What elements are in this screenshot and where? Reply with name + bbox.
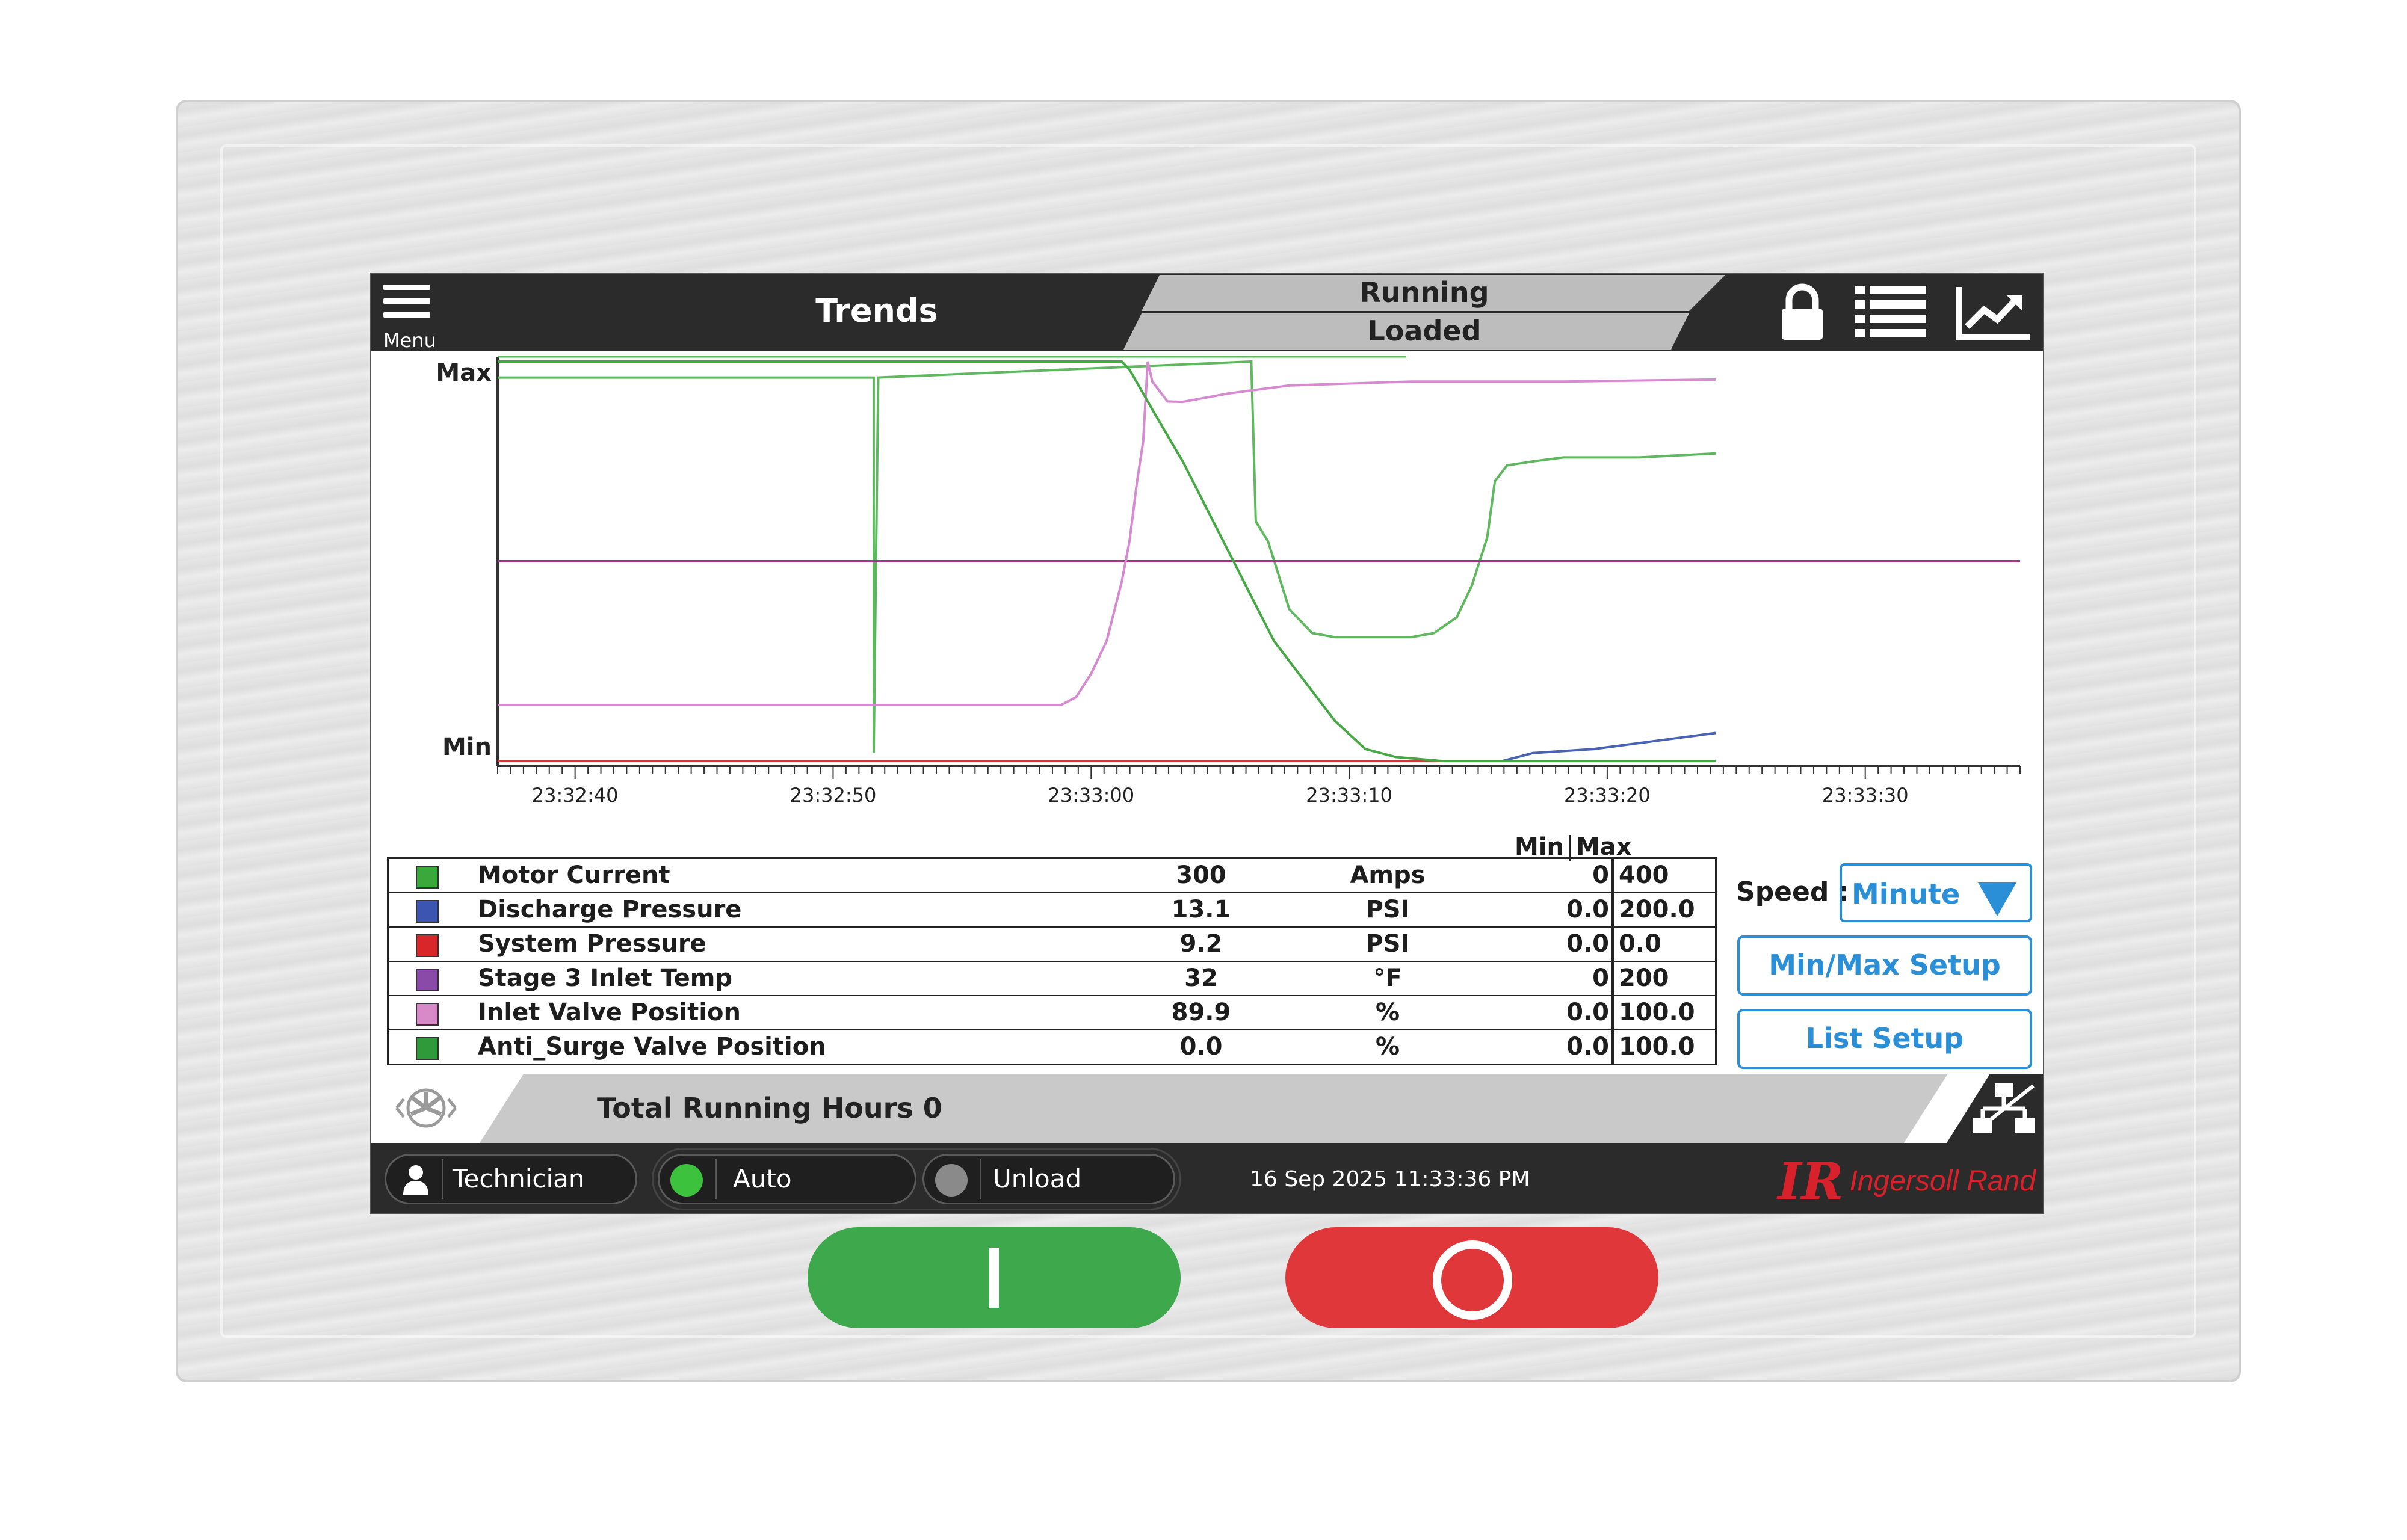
series-value: 32	[1184, 964, 1218, 992]
trend-chart-icon[interactable]	[1955, 283, 2032, 341]
total-running-hours: Total Running Hours 0	[597, 1092, 942, 1124]
legend-row: Stage 3 Inlet Temp 32 °F 0 200	[389, 962, 1715, 996]
x-tick-label: 23:32:50	[790, 784, 877, 807]
user-role: Technician	[453, 1164, 585, 1194]
unload-indicator-icon	[935, 1164, 968, 1197]
lock-icon[interactable]	[1778, 283, 1826, 341]
series-value: 89.9	[1171, 999, 1231, 1026]
top-icon-group	[1778, 282, 2032, 342]
user-icon	[403, 1165, 428, 1195]
series-value: 9.2	[1179, 930, 1223, 958]
list-icon[interactable]	[1855, 283, 1926, 341]
series-unit: °F	[1373, 964, 1402, 992]
series-max: 400	[1619, 861, 1669, 889]
y-max-label: Max	[436, 359, 492, 387]
series-max: 200	[1619, 964, 1669, 992]
series-unit: PSI	[1365, 930, 1410, 958]
legend-row: System Pressure 9.2 PSI 0.0 0.0	[389, 928, 1715, 962]
touch-screen: Menu Trends Running Loaded Max Min 23:32…	[370, 273, 2044, 1214]
auto-mode-button[interactable]: Auto	[658, 1154, 916, 1204]
speed-dropdown[interactable]: Minute	[1840, 863, 2032, 922]
menu-label: Menu	[383, 329, 436, 352]
start-button[interactable]	[808, 1227, 1181, 1328]
menu-button[interactable]: Menu	[383, 281, 436, 352]
date-time: 16 Sep 2025 11:33:36 PM	[1250, 1167, 1530, 1192]
series-line	[498, 732, 1716, 762]
auto-indicator-icon	[670, 1164, 703, 1197]
legend-row: Inlet Valve Position 89.9% 0.0 100.0	[389, 996, 1715, 1030]
ingersoll-rand-logo: IR Ingersoll Rand	[1778, 1151, 2036, 1211]
running-status: Running	[1142, 275, 1725, 311]
auto-mode-label: Auto	[733, 1164, 792, 1194]
series-color-swatch	[416, 900, 439, 923]
series-color-swatch	[416, 1037, 439, 1060]
series-min: 0	[1592, 861, 1609, 889]
x-tick-label: 23:33:00	[1048, 784, 1134, 807]
series-unit: %	[1375, 1033, 1400, 1061]
unload-label: Unload	[993, 1164, 1082, 1194]
loaded-status: Loaded	[1123, 313, 1689, 350]
series-value: 0.0	[1179, 1033, 1223, 1061]
x-tick-label: 23:33:10	[1306, 784, 1392, 807]
series-min: 0.0	[1566, 896, 1609, 923]
legend-row: Motor Current 300 Amps 0 400	[389, 859, 1715, 893]
series-min: 0.0	[1566, 1033, 1609, 1061]
trend-chart: Max Min 23:32:40 23:32:50 23:33:00 23:33:10…	[371, 351, 2043, 808]
series-max: 100.0	[1619, 999, 1695, 1026]
trend-legend-table: Motor Current 300 Amps 0 400 Discharge Pressu…	[387, 857, 1717, 1065]
min-max-setup-button[interactable]: Min/Max Setup	[1737, 935, 2032, 996]
network-disconnected-icon[interactable]	[1971, 1081, 2037, 1136]
series-name: Inlet Valve Position	[478, 999, 741, 1026]
list-setup-button[interactable]: List Setup	[1737, 1009, 2032, 1069]
series-line	[498, 361, 1716, 706]
series-line	[498, 360, 1716, 753]
stop-button[interactable]	[1285, 1227, 1658, 1328]
fan-icon	[395, 1088, 457, 1128]
logo-text: Ingersoll Rand	[1849, 1165, 2036, 1197]
hamburger-icon	[383, 285, 430, 326]
status-banner: Running Loaded	[1123, 274, 1725, 351]
legend-row: Discharge Pressure 13.1 PSI 0.0 200.0	[389, 893, 1715, 928]
series-max: 100.0	[1619, 1033, 1695, 1061]
series-name: Discharge Pressure	[478, 896, 742, 923]
series-unit: %	[1375, 999, 1400, 1026]
legend-row: Anti_Surge Valve Position 0.0% 0.0 100.0	[389, 1030, 1715, 1064]
user-button[interactable]: Technician	[385, 1154, 637, 1204]
speed-value: Minute	[1852, 878, 1961, 910]
speed-label: Speed :	[1736, 876, 1849, 907]
series-name: Anti_Surge Valve Position	[478, 1033, 826, 1061]
series-max: 200.0	[1619, 896, 1695, 923]
unload-button[interactable]: Unload	[922, 1154, 1175, 1204]
start-icon	[989, 1248, 999, 1308]
x-tick-label: 23:33:20	[1564, 784, 1651, 807]
x-tick-label: 23:33:30	[1822, 784, 1909, 807]
stop-icon	[1433, 1240, 1512, 1320]
series-color-swatch	[416, 1003, 439, 1026]
series-color-swatch	[416, 969, 439, 991]
series-color-swatch	[416, 866, 439, 889]
x-tick-label: 23:32:40	[532, 784, 619, 807]
series-name: Motor Current	[478, 861, 670, 889]
series-name: Stage 3 Inlet Temp	[478, 964, 733, 992]
logo-mark: IR	[1778, 1151, 1844, 1211]
series-unit: Amps	[1350, 861, 1426, 889]
series-max: 0.0	[1619, 930, 1661, 958]
series-name: System Pressure	[478, 930, 706, 958]
page-title: Trends	[815, 292, 938, 330]
series-value: 13.1	[1171, 896, 1231, 923]
series-color-swatch	[416, 934, 439, 957]
running-hours-strip: Total Running Hours 0	[371, 1074, 2043, 1143]
series-min: 0	[1592, 964, 1609, 992]
series-unit: PSI	[1365, 896, 1410, 923]
trend-chart-plot: Max Min 23:32:40 23:32:50 23:33:00 23:33:10…	[436, 356, 2021, 807]
top-bar: Menu Trends Running Loaded	[371, 274, 2043, 352]
series-value: 300	[1176, 861, 1226, 889]
series-min: 0.0	[1566, 930, 1609, 958]
network-panel	[1947, 1074, 2043, 1143]
bottom-status-bar: Technician Auto Unload 16 Sep 2025 11:33…	[371, 1143, 2043, 1213]
series-min: 0.0	[1566, 999, 1609, 1026]
dropdown-arrow-icon	[1978, 882, 2016, 916]
y-min-label: Min	[442, 733, 492, 761]
